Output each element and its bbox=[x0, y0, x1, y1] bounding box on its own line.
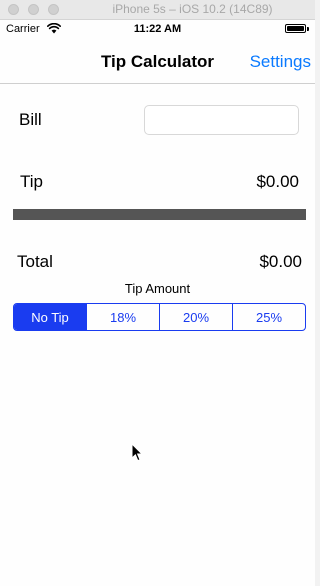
window-close-button[interactable] bbox=[8, 4, 19, 15]
simulator-title: iPhone 5s – iOS 10.2 (14C89) bbox=[112, 2, 273, 16]
settings-button[interactable]: Settings bbox=[250, 52, 311, 72]
bill-input[interactable] bbox=[144, 105, 299, 135]
simulator-title-bar: iPhone 5s – iOS 10.2 (14C89) bbox=[0, 0, 315, 20]
status-bar: Carrier 11:22 AM bbox=[0, 20, 315, 40]
battery-tip bbox=[307, 27, 309, 31]
mouse-pointer-icon bbox=[131, 443, 143, 462]
simulator-window: iPhone 5s – iOS 10.2 (14C89) Carrier 11:… bbox=[0, 0, 315, 586]
tip-amount-label: Tip Amount bbox=[124, 281, 191, 296]
total-value: $0.00 bbox=[259, 252, 302, 271]
tip-option-20[interactable]: 20% bbox=[159, 304, 232, 330]
status-time: 11:22 AM bbox=[133, 23, 182, 35]
bill-label: Bill bbox=[19, 110, 42, 129]
tip-option-18[interactable]: 18% bbox=[86, 304, 159, 330]
window-minimize-button[interactable] bbox=[28, 4, 39, 15]
tip-option-25[interactable]: 25% bbox=[232, 304, 305, 330]
battery-level bbox=[287, 26, 304, 31]
tip-amount-segmented-control: No Tip 18% 20% 25% bbox=[13, 303, 306, 331]
window-zoom-button[interactable] bbox=[48, 4, 59, 15]
tip-label: Tip bbox=[20, 172, 43, 191]
navigation-bar: Tip Calculator Settings bbox=[0, 40, 315, 84]
tip-option-no-tip[interactable]: No Tip bbox=[14, 304, 86, 330]
total-label: Total bbox=[17, 252, 53, 271]
tip-value: $0.00 bbox=[256, 172, 299, 191]
divider-bar bbox=[13, 209, 306, 220]
battery-icon bbox=[285, 24, 309, 33]
